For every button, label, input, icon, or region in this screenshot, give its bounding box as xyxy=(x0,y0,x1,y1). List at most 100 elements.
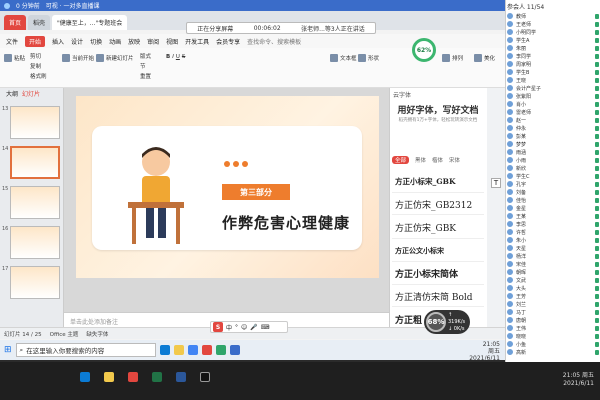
participant-row[interactable]: 肖小 xyxy=(507,100,599,108)
format-painter-button[interactable]: 格式刷 xyxy=(30,72,47,80)
participant-row[interactable]: 天星 xyxy=(507,244,599,252)
bold-icon[interactable]: B xyxy=(166,54,170,60)
participant-row[interactable]: 赵一 xyxy=(507,116,599,124)
word-icon[interactable] xyxy=(176,372,186,382)
menu-review[interactable]: 审阅 xyxy=(147,37,159,46)
qq-icon[interactable] xyxy=(200,372,210,382)
mic-icon[interactable] xyxy=(595,117,599,123)
tab-current-document[interactable]: "健康至上，..."专题班会 xyxy=(52,15,128,30)
participant-row[interactable]: 梦梦 xyxy=(507,140,599,148)
cpu-usage-indicator[interactable]: 62% xyxy=(412,38,436,62)
mic-icon[interactable] xyxy=(595,77,599,83)
wps-icon[interactable] xyxy=(201,345,212,355)
mic-icon[interactable] xyxy=(595,205,599,211)
font-item[interactable]: 方正粗 xyxy=(395,313,422,326)
menu-transition[interactable]: 切换 xyxy=(90,37,102,46)
slide-thumbnail[interactable] xyxy=(10,266,60,299)
menu-file[interactable]: 文件 xyxy=(6,37,18,46)
participant-row[interactable]: 王老师 xyxy=(507,20,599,28)
participant-row[interactable]: 孔宇 xyxy=(507,180,599,188)
edge-icon[interactable] xyxy=(159,345,170,355)
ime-emoji-icon[interactable]: ☺ xyxy=(241,324,247,331)
mic-icon[interactable] xyxy=(595,245,599,251)
mic-icon[interactable] xyxy=(595,341,599,347)
participant-row[interactable]: 文武 xyxy=(507,276,599,284)
beautify-button[interactable]: 美化 xyxy=(474,54,495,62)
start-icon[interactable]: ⊞ xyxy=(4,345,12,355)
font-category-hei[interactable]: 黑体 xyxy=(415,156,426,164)
edge-icon[interactable] xyxy=(80,372,90,382)
tab-docer[interactable]: 稻壳 xyxy=(28,15,51,30)
mic-icon[interactable] xyxy=(595,285,599,291)
italic-icon[interactable]: I xyxy=(172,54,174,60)
ime-mic-icon[interactable]: 🎤 xyxy=(250,324,257,331)
mic-icon[interactable] xyxy=(595,141,599,147)
mic-icon[interactable] xyxy=(595,85,599,91)
participant-row[interactable]: 王某 xyxy=(507,212,599,220)
participant-row[interactable]: 雷老师 xyxy=(507,108,599,116)
copy-button[interactable]: 复制 xyxy=(30,62,41,70)
font-item[interactable]: 方正公文小标宋 xyxy=(395,246,444,256)
wps-icon[interactable] xyxy=(128,372,138,382)
participant-row[interactable]: 小雨 xyxy=(507,156,599,164)
font-category-all[interactable]: 全部 xyxy=(392,156,410,164)
meeting-app-icon[interactable] xyxy=(229,345,240,355)
font-item[interactable]: 方正仿宋_GBK xyxy=(395,221,456,234)
network-speed-widget[interactable]: 68% ↑ 319K/s ↓ 0K/s xyxy=(424,310,470,334)
mic-icon[interactable] xyxy=(595,301,599,307)
menu-start[interactable]: 开始 xyxy=(25,35,46,47)
font-item[interactable]: 方正小标宋_GBK xyxy=(395,176,456,187)
slide-thumbnail[interactable] xyxy=(10,226,60,259)
mic-icon[interactable] xyxy=(595,149,599,155)
current-slide-button[interactable]: 当前开始 xyxy=(62,54,94,62)
menu-design[interactable]: 设计 xyxy=(71,37,83,46)
mic-icon[interactable] xyxy=(595,237,599,243)
reset-button[interactable]: 重置 xyxy=(140,72,151,80)
participant-row[interactable]: 小鱼 xyxy=(507,340,599,348)
mic-icon[interactable] xyxy=(595,221,599,227)
font-item[interactable]: 方正清仿宋简 Bold xyxy=(395,290,473,303)
slide-thumbnail[interactable] xyxy=(10,186,60,219)
slide-thumbnail[interactable] xyxy=(10,106,60,139)
mic-icon[interactable] xyxy=(595,109,599,115)
menu-slideshow[interactable]: 放映 xyxy=(128,37,140,46)
text-box-button[interactable]: 文本框 xyxy=(330,54,357,62)
mic-icon[interactable] xyxy=(595,13,599,19)
ime-punct-icon[interactable]: ° xyxy=(235,324,238,331)
layout-button[interactable]: 版式 xyxy=(140,52,151,60)
participant-row[interactable]: 宋佳 xyxy=(507,260,599,268)
participant-row[interactable]: 会计产星子 xyxy=(507,84,599,92)
strike-icon[interactable]: S xyxy=(182,54,186,60)
participant-row[interactable]: 王晓 xyxy=(507,76,599,84)
text-tool-icon[interactable]: T xyxy=(491,178,501,188)
participant-row[interactable]: 金星 xyxy=(507,204,599,212)
mic-icon[interactable] xyxy=(595,37,599,43)
paste-button[interactable]: 粘贴 xyxy=(4,54,25,62)
mic-icon[interactable] xyxy=(595,197,599,203)
shape-button[interactable]: 形状 xyxy=(358,54,379,62)
participant-row[interactable]: 学生C xyxy=(507,172,599,180)
section-button[interactable]: 节 xyxy=(140,62,146,70)
participant-row[interactable]: 晓晓 xyxy=(507,332,599,340)
participant-row[interactable]: 学生B xyxy=(507,68,599,76)
mic-icon[interactable] xyxy=(595,21,599,27)
font-category-kai[interactable]: 楷体 xyxy=(432,156,443,164)
menu-member[interactable]: 会员专享 xyxy=(216,37,240,46)
slide-thumbnail-selected[interactable] xyxy=(10,146,60,179)
new-slide-button[interactable]: 新建幻灯片 xyxy=(96,54,134,62)
participant-row[interactable]: 许哲 xyxy=(507,228,599,236)
excel-icon[interactable] xyxy=(152,372,162,382)
mic-icon[interactable] xyxy=(595,261,599,267)
mic-icon[interactable] xyxy=(595,53,599,59)
mic-icon[interactable] xyxy=(595,309,599,315)
participant-row[interactable]: 学生A xyxy=(507,36,599,44)
participant-row[interactable]: 彭某 xyxy=(507,132,599,140)
mic-icon[interactable] xyxy=(595,125,599,131)
folder-icon[interactable] xyxy=(173,345,184,355)
mic-icon[interactable] xyxy=(595,45,599,51)
mic-icon[interactable] xyxy=(595,269,599,275)
participant-row[interactable]: 朱小 xyxy=(507,236,599,244)
slide-title[interactable]: 作弊危害心理健康 xyxy=(222,212,350,233)
mic-icon[interactable] xyxy=(595,229,599,235)
mic-icon[interactable] xyxy=(595,293,599,299)
